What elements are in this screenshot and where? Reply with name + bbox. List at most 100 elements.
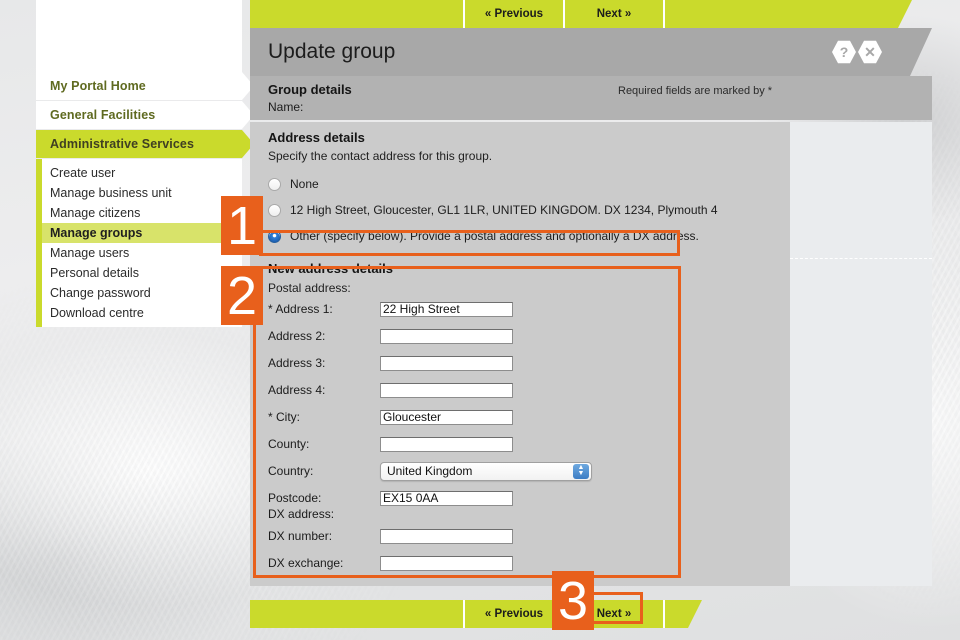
county-label: County:: [268, 437, 310, 451]
next-button-label: Next »: [596, 608, 632, 620]
next-button-top[interactable]: Next »: [565, 0, 665, 28]
sidebar-logo-area: [36, 0, 242, 72]
radio-icon[interactable]: [268, 177, 281, 191]
address-4-label: Address 4:: [268, 383, 326, 397]
wizard-nav-top: « Previous Next »: [250, 0, 932, 28]
field-row-address-3: Address 3:: [268, 350, 790, 376]
dx-exchange-input[interactable]: [380, 555, 513, 571]
county-input[interactable]: [380, 436, 513, 452]
country-select-value: United Kingdom: [387, 464, 473, 478]
address-4-input[interactable]: [380, 382, 513, 398]
radio-option-existing-address[interactable]: 12 High Street, Gloucester, GL1 1LR, UNI…: [268, 197, 790, 223]
annotation-marker-3: 3: [552, 570, 594, 631]
radio-option-label: 12 High Street, Gloucester, GL1 1LR, UNI…: [290, 203, 718, 217]
next-button-label: Next »: [596, 8, 632, 20]
screenshot-root: My Portal Home General Facilities Admini…: [0, 0, 960, 640]
annotation-marker-number: 1: [226, 195, 258, 256]
radio-option-none[interactable]: None: [268, 171, 790, 197]
dx-number-input[interactable]: [380, 528, 513, 544]
address-1-input[interactable]: [380, 301, 513, 317]
city-input[interactable]: [380, 409, 513, 425]
field-row-dx-number: DX number:: [268, 523, 790, 549]
dx-number-label: DX number:: [268, 529, 333, 543]
field-row-country: Country: United Kingdom ▲ ▼: [268, 458, 790, 484]
field-row-dx-exchange: DX exchange:: [268, 550, 790, 576]
postal-address-label: Postal address:: [268, 281, 351, 295]
field-row-county: County:: [268, 431, 790, 457]
close-glyph: ✕: [864, 44, 876, 60]
annotation-marker-2: 2: [221, 265, 263, 326]
sidebar-item-manage-users[interactable]: Manage users: [42, 243, 242, 263]
sidebar-subitem-label: Manage business unit: [50, 186, 172, 200]
wizard-spacer-right-bottom: [665, 600, 702, 628]
close-hexagon-icon[interactable]: ✕: [858, 40, 882, 64]
address-3-input[interactable]: [380, 355, 513, 371]
page-title: Update group: [268, 40, 396, 63]
group-name-label: Name:: [268, 100, 304, 114]
required-fields-note: Required fields are marked by *: [618, 85, 773, 97]
sidebar-item-label: My Portal Home: [50, 79, 146, 93]
country-select[interactable]: United Kingdom ▲ ▼: [380, 461, 592, 481]
chevron-updown-icon[interactable]: ▲ ▼: [573, 463, 589, 479]
field-row-city: * City:: [268, 404, 790, 430]
dx-address-label: DX address:: [268, 507, 335, 521]
sidebar-item-manage-groups[interactable]: Manage groups: [42, 223, 242, 243]
dx-exchange-label: DX exchange:: [268, 556, 344, 570]
form-area: Address details Specify the contact addr…: [250, 122, 932, 586]
address-details-section: Address details Specify the contact addr…: [250, 122, 790, 255]
content-panel: « Previous Next » Update group ? ✕ Group…: [250, 0, 932, 628]
sidebar-item-my-portal-home[interactable]: My Portal Home: [36, 72, 254, 100]
address-2-label: Address 2:: [268, 329, 326, 343]
sidebar-item-label: Administrative Services: [50, 137, 195, 151]
sidebar-item-administrative-services[interactable]: Administrative Services: [36, 130, 254, 158]
sidebar-item-download-centre[interactable]: Download centre: [42, 303, 242, 323]
country-label: Country:: [268, 464, 314, 478]
radio-option-label: None: [290, 177, 319, 191]
group-details-heading: Group details: [268, 82, 352, 97]
sidebar-item-change-password[interactable]: Change password: [42, 283, 242, 303]
sidebar-subitem-label: Personal details: [50, 266, 139, 280]
sidebar-item-manage-citizens[interactable]: Manage citizens: [42, 203, 242, 223]
page-title-bar: Update group ? ✕: [250, 28, 932, 76]
postcode-label: Postcode:: [268, 491, 322, 505]
sidebar-subitem-label: Manage users: [50, 246, 130, 260]
section-divider: [790, 258, 932, 259]
annotation-marker-number: 3: [557, 570, 589, 631]
field-row-address-1: * Address 1:: [268, 296, 790, 322]
annotation-marker-number: 2: [226, 265, 258, 326]
new-address-heading: New address details: [268, 261, 393, 276]
radio-option-other[interactable]: Other (specify below). Provide a postal …: [268, 223, 790, 249]
field-row-address-2: Address 2:: [268, 323, 790, 349]
radio-icon[interactable]: [268, 203, 281, 217]
previous-button-bottom[interactable]: « Previous: [465, 600, 565, 628]
city-label: * City:: [268, 410, 301, 424]
radio-option-label: Other (specify below). Provide a postal …: [290, 229, 699, 243]
address-2-input[interactable]: [380, 328, 513, 344]
wizard-spacer-left-bottom: [250, 600, 465, 628]
radio-icon-selected[interactable]: [268, 229, 281, 243]
annotation-marker-1: 1: [221, 195, 263, 256]
address-3-label: Address 3:: [268, 356, 326, 370]
group-details-section: Group details Name: Required fields are …: [250, 76, 932, 120]
address-details-instruction: Specify the contact address for this gro…: [268, 149, 493, 163]
sidebar-subitem-label: Manage groups: [50, 226, 143, 240]
title-bar-icons: ? ✕: [832, 40, 882, 64]
sidebar-item-create-user[interactable]: Create user: [42, 163, 242, 183]
previous-button-top[interactable]: « Previous: [465, 0, 565, 28]
help-hexagon-icon[interactable]: ?: [832, 40, 856, 64]
sidebar-item-manage-business-unit[interactable]: Manage business unit: [42, 183, 242, 203]
sidebar-subitem-label: Download centre: [50, 306, 144, 320]
address-details-heading: Address details: [268, 130, 365, 145]
sidebar-item-personal-details[interactable]: Personal details: [42, 263, 242, 283]
sidebar-item-general-facilities[interactable]: General Facilities: [36, 101, 254, 129]
new-address-details-section: New address details Postal address: * Ad…: [250, 255, 790, 586]
sidebar: My Portal Home General Facilities Admini…: [36, 0, 254, 327]
help-glyph: ?: [839, 44, 849, 60]
sidebar-subitem-label: Change password: [50, 286, 151, 300]
wizard-spacer-left: [250, 0, 465, 28]
wizard-spacer-right: [665, 0, 912, 28]
previous-button-label: « Previous: [484, 8, 544, 20]
sidebar-item-label: General Facilities: [50, 108, 156, 122]
postcode-input[interactable]: [380, 490, 513, 506]
previous-button-label: « Previous: [484, 608, 544, 620]
